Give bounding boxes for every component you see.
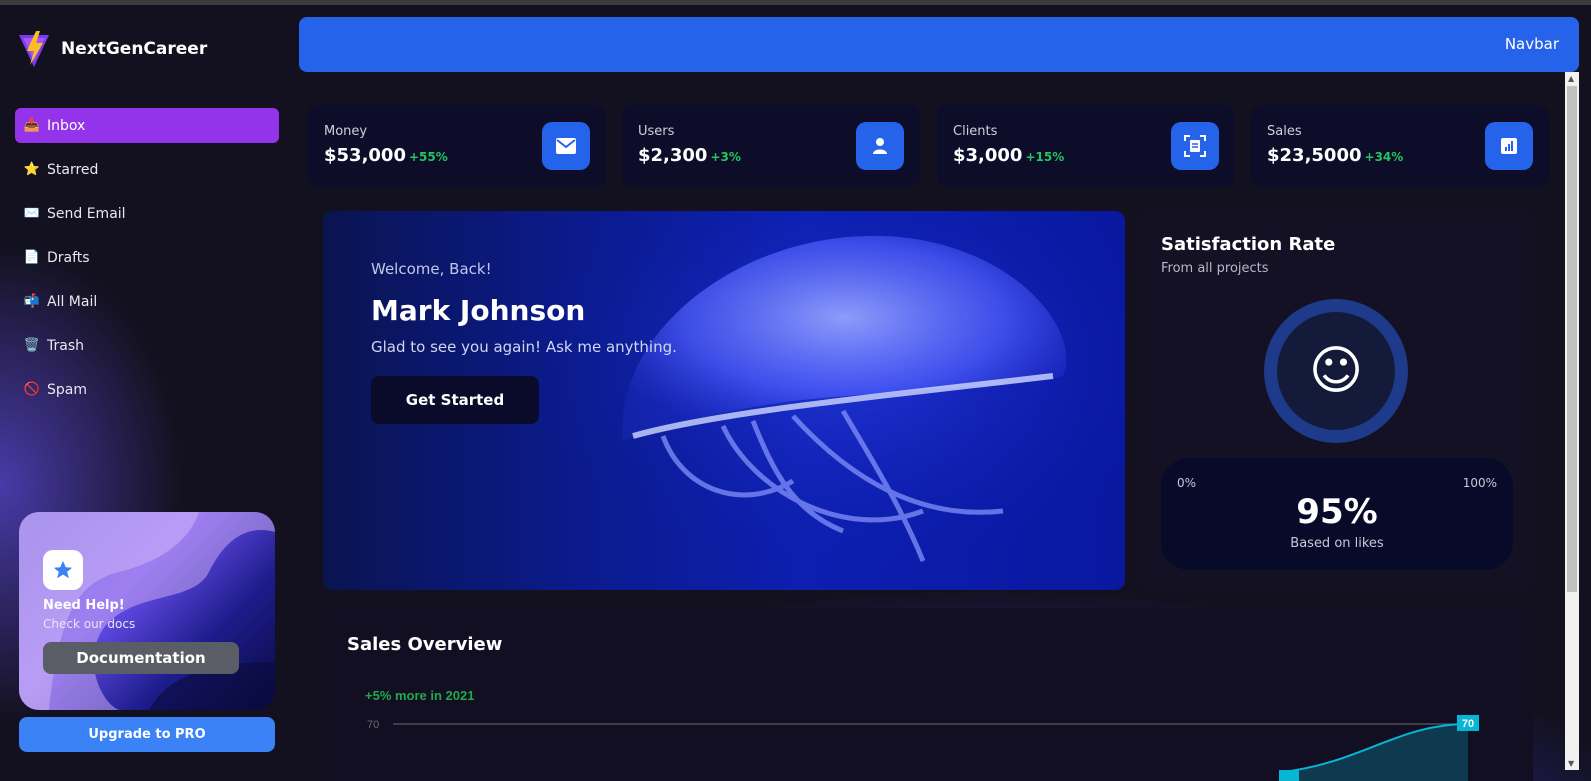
- sidebar-item-spam[interactable]: 🚫 Spam: [15, 372, 279, 407]
- inbox-icon: 📥: [23, 118, 41, 133]
- chart-icon: [1485, 122, 1533, 170]
- stat-card-money: Money $53,000 +55%: [308, 105, 606, 187]
- sidebar-item-starred[interactable]: ⭐ Starred: [15, 152, 279, 187]
- brand-name: NextGenCareer: [61, 39, 208, 59]
- stat-change: +15%: [1025, 150, 1065, 164]
- scroll-up-icon[interactable]: ▲: [1568, 74, 1574, 83]
- stat-label: Sales: [1267, 124, 1302, 139]
- user-icon: [856, 122, 904, 170]
- welcome-text: Welcome, Back!: [371, 260, 492, 278]
- y-tick-label: 70: [367, 719, 379, 731]
- brand[interactable]: NextGenCareer: [17, 29, 207, 69]
- window-top-bar: [0, 0, 1591, 5]
- stat-label: Money: [324, 124, 368, 139]
- hero-subtitle: Glad to see you again! Ask me anything.: [371, 338, 677, 356]
- gauge-max-label: 100%: [1462, 476, 1497, 490]
- data-label: 70: [1462, 718, 1474, 730]
- help-star-badge: [43, 550, 83, 590]
- satisfaction-summary: 0% 100% 95% Based on likes: [1161, 458, 1513, 570]
- envelope-icon: ✉️: [23, 206, 41, 221]
- sidebar-nav: 📥 Inbox ⭐ Starred ✉️ Send Email 📄 Drafts…: [15, 108, 279, 416]
- logo-icon: [19, 31, 49, 67]
- stat-card-clients: Clients $3,000 +15%: [937, 105, 1235, 187]
- upgrade-button[interactable]: Upgrade to PRO: [19, 717, 275, 752]
- stat-card-users: Users $2,300 +3%: [622, 105, 920, 187]
- trash-icon: 🗑️: [23, 338, 41, 353]
- get-started-button[interactable]: Get Started: [371, 376, 539, 424]
- sidebar-item-drafts[interactable]: 📄 Drafts: [15, 240, 279, 275]
- series-area: [1283, 724, 1468, 781]
- document-icon: 📄: [23, 250, 41, 265]
- star-icon: ⭐: [23, 162, 41, 177]
- sidebar-item-label: All Mail: [47, 293, 98, 310]
- stat-label: Users: [638, 124, 675, 139]
- satisfaction-subtitle: From all projects: [1161, 261, 1269, 276]
- sales-overview-card: Sales Overview +5% more in 2021 70 70: [323, 608, 1533, 781]
- scrollbar-thumb[interactable]: [1567, 86, 1577, 592]
- stat-change: +34%: [1364, 150, 1404, 164]
- mailbox-icon: 📬: [23, 294, 41, 309]
- document-scan-icon: [1171, 122, 1219, 170]
- sidebar-item-label: Spam: [47, 381, 87, 398]
- satisfaction-value: 95%: [1296, 492, 1378, 532]
- documentation-button[interactable]: Documentation: [43, 642, 239, 674]
- satisfaction-title: Satisfaction Rate: [1161, 234, 1336, 255]
- stat-change: +3%: [710, 150, 741, 164]
- prohibited-icon: 🚫: [23, 382, 41, 397]
- stat-label: Clients: [953, 124, 998, 139]
- star-icon: [53, 560, 73, 579]
- help-title: Need Help!: [43, 598, 125, 613]
- navbar-title[interactable]: Navbar: [1505, 35, 1559, 53]
- stat-value: $53,000 +55%: [324, 145, 448, 166]
- sales-chart: 70 70: [367, 715, 1479, 781]
- mail-icon: [542, 122, 590, 170]
- navbar: Navbar: [299, 17, 1579, 72]
- stat-value: $3,000 +15%: [953, 145, 1065, 166]
- sidebar-item-inbox[interactable]: 📥 Inbox: [15, 108, 279, 143]
- sidebar-item-label: Starred: [47, 161, 99, 178]
- sidebar-item-all-mail[interactable]: 📬 All Mail: [15, 284, 279, 319]
- satisfaction-card: Satisfaction Rate From all projects ☺ 0%…: [1141, 211, 1533, 590]
- sidebar-item-send-email[interactable]: ✉️ Send Email: [15, 196, 279, 231]
- satisfaction-note: Based on likes: [1290, 536, 1384, 551]
- stat-value: $2,300 +3%: [638, 145, 741, 166]
- help-card: Need Help! Check our docs Documentation: [19, 512, 275, 710]
- sidebar-item-label: Inbox: [47, 117, 86, 134]
- series-point-marker: [1279, 770, 1299, 781]
- sidebar-item-label: Trash: [47, 337, 84, 354]
- stat-change: +55%: [408, 150, 448, 164]
- scrollbar[interactable]: ▲ ▼: [1565, 72, 1579, 770]
- smiley-icon: ☺: [1277, 312, 1395, 430]
- user-name: Mark Johnson: [371, 294, 586, 327]
- gauge-min-label: 0%: [1177, 476, 1197, 490]
- sidebar-item-trash[interactable]: 🗑️ Trash: [15, 328, 279, 363]
- scroll-down-icon[interactable]: ▼: [1568, 759, 1574, 768]
- help-subtitle: Check our docs: [43, 617, 136, 631]
- stat-value: $23,5000 +34%: [1267, 145, 1404, 166]
- welcome-hero-card: Welcome, Back! Mark Johnson Glad to see …: [323, 211, 1125, 590]
- sidebar-item-label: Drafts: [47, 249, 90, 266]
- sidebar-item-label: Send Email: [47, 205, 126, 222]
- stat-card-sales: Sales $23,5000 +34%: [1251, 105, 1549, 187]
- satisfaction-gauge: ☺: [1264, 299, 1408, 443]
